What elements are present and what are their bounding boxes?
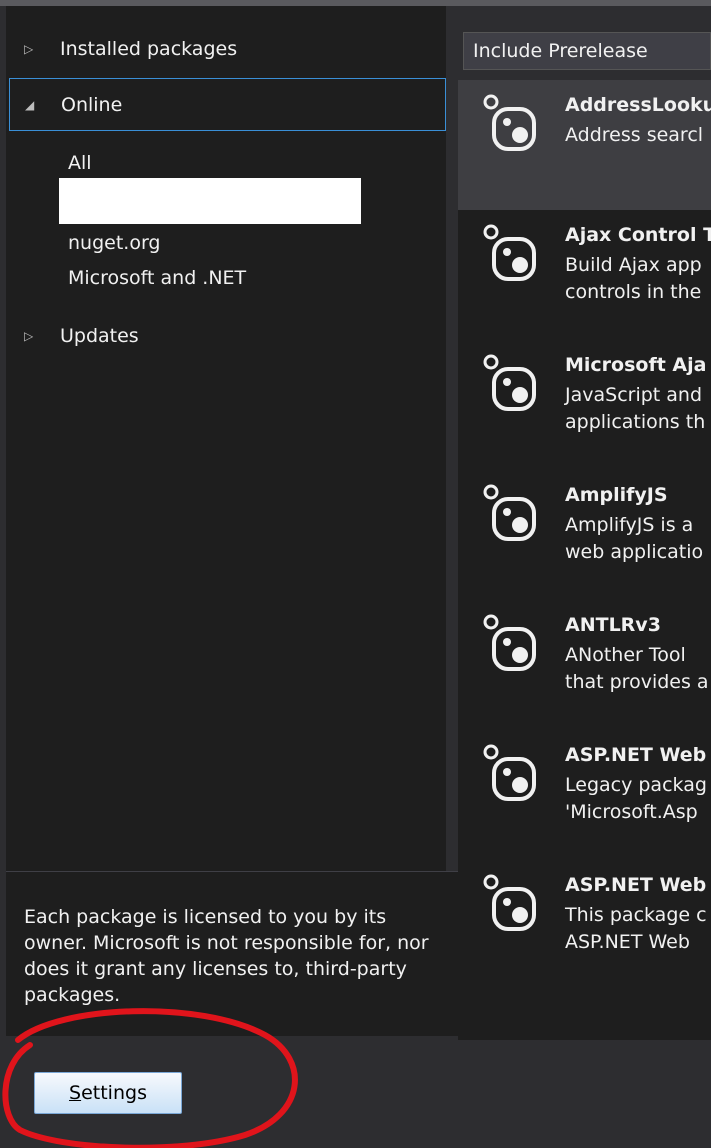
nav-online-label: Online xyxy=(61,93,123,116)
nav-installed-packages[interactable]: ▷ Installed packages xyxy=(6,24,446,74)
nav-updates-label: Updates xyxy=(60,325,139,347)
package-description: Legacy packag 'Microsoft.Asp xyxy=(565,774,707,823)
nuget-package-icon xyxy=(483,484,536,541)
collapse-arrow-icon: ◢ xyxy=(25,97,35,112)
package-description: AmplifyJS is a web applicatio xyxy=(565,514,704,563)
prerelease-filter-dropdown[interactable]: Include Prerelease xyxy=(463,32,711,70)
nav-updates[interactable]: ▷ Updates xyxy=(6,311,446,361)
package-description: This package c ASP.NET Web xyxy=(565,904,707,953)
package-description: Address searcl xyxy=(565,124,704,146)
package-row[interactable]: Ajax Control T Build Ajax app controls in… xyxy=(458,210,711,340)
settings-accelerator: S xyxy=(69,1082,82,1104)
nav-online-item-all[interactable]: All xyxy=(68,152,92,174)
nav-online-item-nuget[interactable]: nuget.org xyxy=(68,232,161,254)
license-notice-text: Each package is licensed to you by its o… xyxy=(24,906,429,1006)
license-notice-pane: Each package is licensed to you by its o… xyxy=(6,871,458,1036)
nuget-package-icon xyxy=(483,94,536,151)
package-title: AddressLooku xyxy=(565,94,711,116)
nuget-package-icon xyxy=(483,744,536,801)
nav-online-item-microsoft[interactable]: Microsoft and .NET xyxy=(68,267,246,289)
expand-arrow-icon: ▷ xyxy=(24,329,34,343)
package-row[interactable]: AddressLooku Address searcl xyxy=(458,80,711,210)
settings-button[interactable]: Settings xyxy=(34,1072,182,1114)
package-title: ASP.NET Web xyxy=(565,874,707,896)
package-description: Build Ajax app controls in the xyxy=(565,254,702,303)
package-row[interactable]: Microsoft Aja JavaScript and applications… xyxy=(458,340,711,470)
package-description: ANother Tool that provides a xyxy=(565,644,709,693)
package-row[interactable]: ASP.NET Web Legacy packag 'Microsoft.Asp xyxy=(458,730,711,860)
nuget-package-icon xyxy=(483,614,536,671)
package-description: JavaScript and applications th xyxy=(565,384,706,433)
expand-arrow-icon: ▷ xyxy=(24,42,34,56)
package-row[interactable]: AmplifyJS AmplifyJS is a web applicatio xyxy=(458,470,711,600)
nuget-package-icon xyxy=(483,354,536,411)
package-title: Microsoft Aja xyxy=(565,354,707,376)
nuget-package-icon xyxy=(483,224,536,281)
nav-installed-label: Installed packages xyxy=(60,38,238,60)
source-navigation-pane: ▷ Installed packages ◢ Online All nuget.… xyxy=(6,6,446,871)
nav-online[interactable]: ◢ Online xyxy=(9,78,446,131)
package-row[interactable]: ASP.NET Web This package c ASP.NET Web xyxy=(458,860,711,990)
nuget-package-icon xyxy=(483,874,536,931)
package-title: ASP.NET Web xyxy=(565,744,707,766)
package-title: ANTLRv3 xyxy=(565,614,661,636)
package-title: AmplifyJS xyxy=(565,484,668,506)
package-list[interactable]: AddressLooku Address searcl Ajax Control T… xyxy=(458,80,711,1040)
settings-label-rest: ettings xyxy=(81,1082,147,1104)
package-row[interactable]: ANTLRv3 ANother Tool that provides a xyxy=(458,600,711,730)
package-title: Ajax Control T xyxy=(565,224,711,246)
redacted-source-item xyxy=(59,178,361,224)
